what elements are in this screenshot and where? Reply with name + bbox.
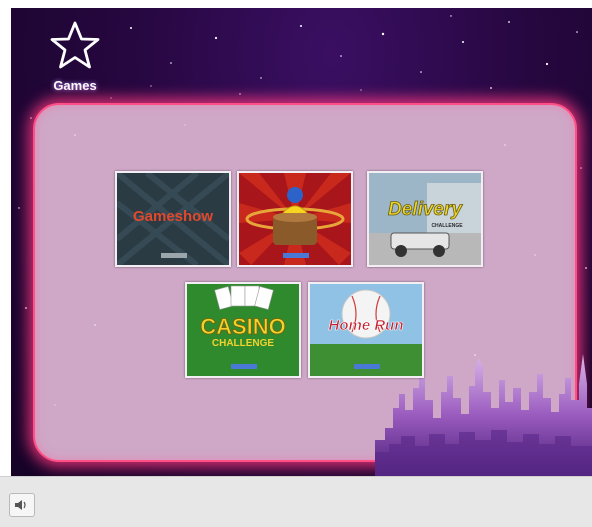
gameshow-thumbnail: Gameshow [117,173,229,265]
homerun-thumbnail: Home Run [310,284,422,376]
bottom-toolbar [0,476,592,527]
star-outline-icon [50,21,100,69]
casino-subtitle: CHALLENGE [212,338,275,349]
homerun-play-button[interactable] [354,364,380,369]
games-panel [33,103,577,462]
panel-sparkles [54,124,536,406]
game-stage: Games Gameshow Delivery CHALLENGE CASINO… [11,8,592,476]
barrel-thumbnail [239,173,351,265]
casino-title: CASINO [200,314,286,339]
casino-play-button[interactable] [231,364,257,369]
game-tile-barrel[interactable] [237,171,353,267]
games-logo[interactable]: Games [45,20,105,94]
game-tile-casino[interactable]: CASINO CHALLENGE [185,282,301,378]
sound-toggle-button[interactable] [9,493,35,517]
logo-label: Games [53,78,97,93]
speaker-icon [15,500,26,510]
gameshow-title: Gameshow [133,208,213,225]
delivery-subtitle: CHALLENGE [431,223,463,229]
game-tile-delivery[interactable]: Delivery CHALLENGE [367,171,483,267]
game-tile-gameshow[interactable]: Gameshow [115,171,231,267]
casino-thumbnail: CASINO CHALLENGE [187,284,299,376]
delivery-title: Delivery [388,199,463,220]
barrel-play-button[interactable] [283,253,309,258]
delivery-thumbnail: Delivery CHALLENGE [369,173,481,265]
gameshow-play-button[interactable] [161,253,187,258]
homerun-title: Home Run [329,317,404,334]
game-tile-homerun[interactable]: Home Run [308,282,424,378]
